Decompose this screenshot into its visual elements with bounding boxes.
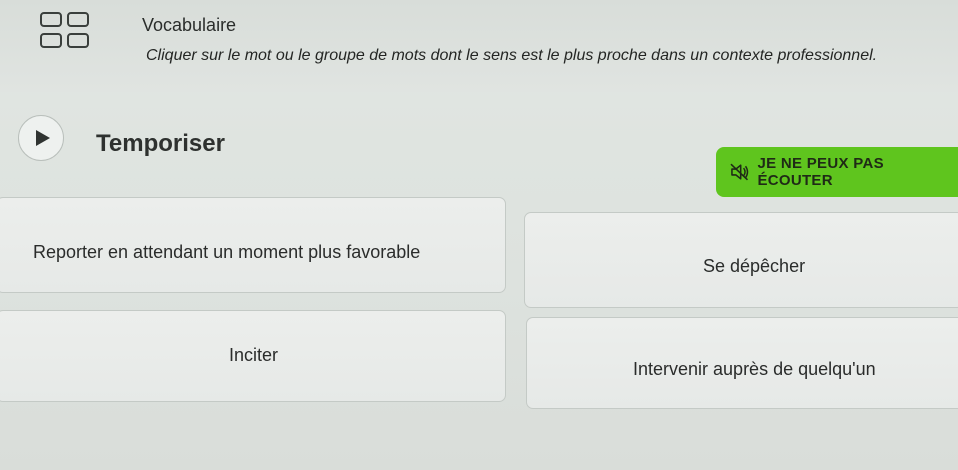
- cant-listen-button[interactable]: JE NE PEUX PAS ÉCOUTER: [716, 147, 958, 197]
- cant-listen-label: JE NE PEUX PAS ÉCOUTER: [757, 155, 884, 189]
- answer-option-label: Intervenir auprès de quelqu'un: [633, 359, 876, 379]
- answer-option[interactable]: Reporter en attendant un moment plus fav…: [0, 197, 506, 293]
- header-band: [0, 0, 958, 92]
- play-icon: [36, 130, 50, 146]
- grid-icon: [40, 12, 92, 50]
- answer-option-label: Inciter: [229, 345, 279, 365]
- instruction-text: Cliquer sur le mot ou le groupe de mots …: [146, 47, 878, 64]
- answer-option-label: Reporter en attendant un moment plus fav…: [33, 242, 421, 262]
- answer-option[interactable]: Se dépêcher: [524, 212, 958, 308]
- target-word: Temporiser: [96, 130, 225, 157]
- answer-option[interactable]: Intervenir auprès de quelqu'un: [526, 317, 958, 409]
- answer-option[interactable]: Inciter: [0, 310, 506, 402]
- section-title: Vocabulaire: [142, 15, 237, 35]
- play-audio-button[interactable]: [18, 115, 64, 161]
- answer-option-label: Se dépêcher: [703, 256, 806, 276]
- speaker-muted-icon: [730, 163, 749, 181]
